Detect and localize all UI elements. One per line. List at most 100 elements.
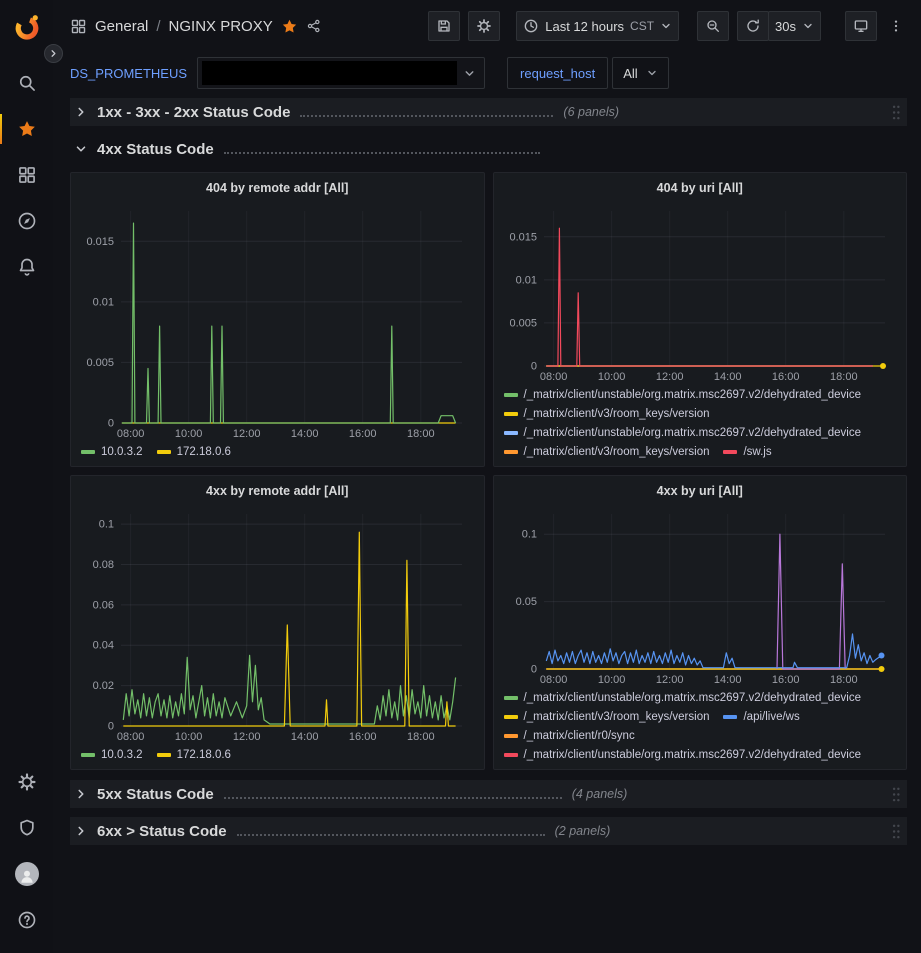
chevron-right-icon — [74, 105, 88, 119]
panel-title[interactable]: 404 by uri [All] — [502, 173, 899, 204]
breadcrumb-dashboard-title[interactable]: NGINX PROXY — [169, 18, 273, 35]
sidebar-item-profile[interactable] — [0, 851, 53, 897]
series-label: 172.18.0.6 — [177, 747, 231, 763]
legend-item[interactable]: /_matrix/client/v3/room_keys/version — [504, 444, 710, 460]
chevron-down-icon — [463, 67, 476, 80]
row-1xx-3xx-2xx[interactable]: 1xx - 3xx - 2xx Status Code (6 panels) — [70, 98, 907, 126]
chart-canvas[interactable]: 00.0050.010.01508:0010:0012:0014:0016:00… — [79, 204, 476, 441]
drag-handle-icon[interactable] — [891, 104, 901, 121]
share-icon[interactable] — [306, 18, 322, 34]
svg-text:16:00: 16:00 — [349, 428, 377, 440]
dashboard-settings-button[interactable] — [468, 11, 500, 41]
svg-text:0.015: 0.015 — [86, 236, 114, 248]
legend-item[interactable]: /_matrix/client/unstable/org.matrix.msc2… — [504, 747, 862, 763]
svg-text:0.1: 0.1 — [99, 519, 114, 531]
series-label: /sw.js — [743, 444, 771, 460]
variable-ds-prometheus-label[interactable]: DS_PROMETHEUS — [70, 66, 187, 81]
kiosk-mode-button[interactable] — [845, 11, 877, 41]
dotted-leader — [237, 824, 545, 836]
series-color-swatch — [504, 715, 518, 719]
panel-title[interactable]: 4xx by uri [All] — [502, 476, 899, 507]
search-icon — [17, 73, 37, 93]
grafana-logo[interactable] — [12, 12, 42, 42]
dotted-leader — [224, 142, 540, 154]
row-panel-count: (6 panels) — [563, 105, 619, 119]
svg-text:16:00: 16:00 — [771, 674, 799, 686]
dashboard-content: 1xx - 3xx - 2xx Status Code (6 panels) 4… — [53, 94, 921, 953]
series-label: /_matrix/client/unstable/org.matrix.msc2… — [524, 690, 862, 706]
chevron-down-icon — [802, 20, 814, 32]
svg-text:0: 0 — [530, 361, 536, 373]
sidebar-item-starred[interactable] — [0, 106, 53, 152]
svg-text:12:00: 12:00 — [233, 428, 261, 440]
row-4xx[interactable]: 4xx Status Code — [70, 135, 907, 163]
svg-text:0: 0 — [530, 664, 536, 676]
svg-text:14:00: 14:00 — [291, 428, 319, 440]
sidebar-item-dashboards[interactable] — [0, 152, 53, 198]
legend-item[interactable]: 10.0.3.2 — [81, 747, 143, 763]
row-6xx[interactable]: 6xx > Status Code (2 panels) — [70, 817, 907, 845]
sidebar-item-server-admin[interactable] — [0, 805, 53, 851]
svg-text:14:00: 14:00 — [713, 674, 741, 686]
sidebar-item-configuration[interactable] — [0, 759, 53, 805]
svg-text:16:00: 16:00 — [349, 731, 377, 743]
series-label: /_matrix/client/r0/sync — [524, 728, 635, 744]
svg-text:14:00: 14:00 — [713, 371, 741, 383]
more-options-button[interactable] — [885, 11, 907, 41]
zoom-out-time-button[interactable] — [697, 11, 729, 41]
drag-handle-icon[interactable] — [891, 823, 901, 840]
kebab-menu-icon — [888, 18, 904, 34]
legend-item[interactable]: /_matrix/client/v3/room_keys/version — [504, 709, 710, 725]
series-label: /_matrix/client/v3/room_keys/version — [524, 444, 710, 460]
breadcrumb-folder[interactable]: General — [95, 18, 148, 35]
chart-canvas[interactable]: 00.020.040.060.080.108:0010:0012:0014:00… — [79, 507, 476, 744]
legend-item[interactable]: /api/live/ws — [723, 709, 799, 725]
row-5xx[interactable]: 5xx Status Code (4 panels) — [70, 780, 907, 808]
time-range-picker[interactable]: Last 12 hours CST — [516, 11, 679, 41]
svg-text:0.005: 0.005 — [509, 317, 537, 329]
variable-request-host-label[interactable]: request_host — [507, 57, 608, 89]
sidebar-expand-button[interactable] — [44, 44, 63, 63]
variable-request-host-value[interactable]: All — [612, 57, 668, 89]
series-color-swatch — [723, 450, 737, 454]
legend-item[interactable]: /_matrix/client/unstable/org.matrix.msc2… — [504, 690, 862, 706]
sidebar-item-alerting[interactable] — [0, 244, 53, 290]
svg-text:18:00: 18:00 — [407, 428, 435, 440]
breadcrumb-separator: / — [156, 18, 160, 35]
legend-item[interactable]: /_matrix/client/unstable/org.matrix.msc2… — [504, 425, 862, 441]
panel-404-by-remote-addr: 404 by remote addr [All] 00.0050.010.015… — [70, 172, 485, 467]
refresh-dashboard-button[interactable] — [737, 11, 769, 41]
legend-item[interactable]: 172.18.0.6 — [157, 444, 231, 460]
svg-text:14:00: 14:00 — [291, 731, 319, 743]
favorite-star-icon[interactable] — [281, 18, 298, 35]
sidebar-item-explore[interactable] — [0, 198, 53, 244]
chart-canvas[interactable]: 00.0050.010.01508:0010:0012:0014:0016:00… — [502, 204, 899, 384]
datasource-select[interactable] — [197, 57, 485, 89]
refresh-interval-picker[interactable]: 30s — [768, 11, 821, 41]
legend-item[interactable]: 172.18.0.6 — [157, 747, 231, 763]
svg-text:10:00: 10:00 — [597, 674, 625, 686]
legend-item[interactable]: /sw.js — [723, 444, 771, 460]
chart-legend: /_matrix/client/unstable/org.matrix.msc2… — [502, 384, 899, 462]
apps-icon — [17, 165, 37, 185]
chart-legend: /_matrix/client/unstable/org.matrix.msc2… — [502, 687, 899, 765]
drag-handle-icon[interactable] — [891, 786, 901, 803]
legend-item[interactable]: /_matrix/client/r0/sync — [504, 728, 635, 744]
refresh-group: 30s — [737, 11, 821, 41]
panel-title[interactable]: 4xx by remote addr [All] — [79, 476, 476, 507]
sidebar-item-search[interactable] — [0, 60, 53, 106]
chart-legend: 10.0.3.2 172.18.0.6 — [79, 744, 476, 765]
legend-item[interactable]: /_matrix/client/v3/room_keys/version — [504, 406, 710, 422]
series-color-swatch — [504, 696, 518, 700]
save-dashboard-button[interactable] — [428, 11, 460, 41]
sidebar-item-help[interactable] — [0, 897, 53, 943]
main-area: General / NGINX PROXY Last 12 hours CST — [53, 0, 921, 953]
dashboard-toolbar: General / NGINX PROXY Last 12 hours CST — [53, 0, 921, 52]
panel-title[interactable]: 404 by remote addr [All] — [79, 173, 476, 204]
panel-404-by-uri: 404 by uri [All] 00.0050.010.01508:0010:… — [493, 172, 908, 467]
legend-item[interactable]: 10.0.3.2 — [81, 444, 143, 460]
svg-text:0.06: 0.06 — [93, 599, 114, 611]
svg-text:0.015: 0.015 — [509, 231, 537, 243]
legend-item[interactable]: /_matrix/client/unstable/org.matrix.msc2… — [504, 387, 862, 403]
chart-canvas[interactable]: 00.050.108:0010:0012:0014:0016:0018:00 — [502, 507, 899, 687]
